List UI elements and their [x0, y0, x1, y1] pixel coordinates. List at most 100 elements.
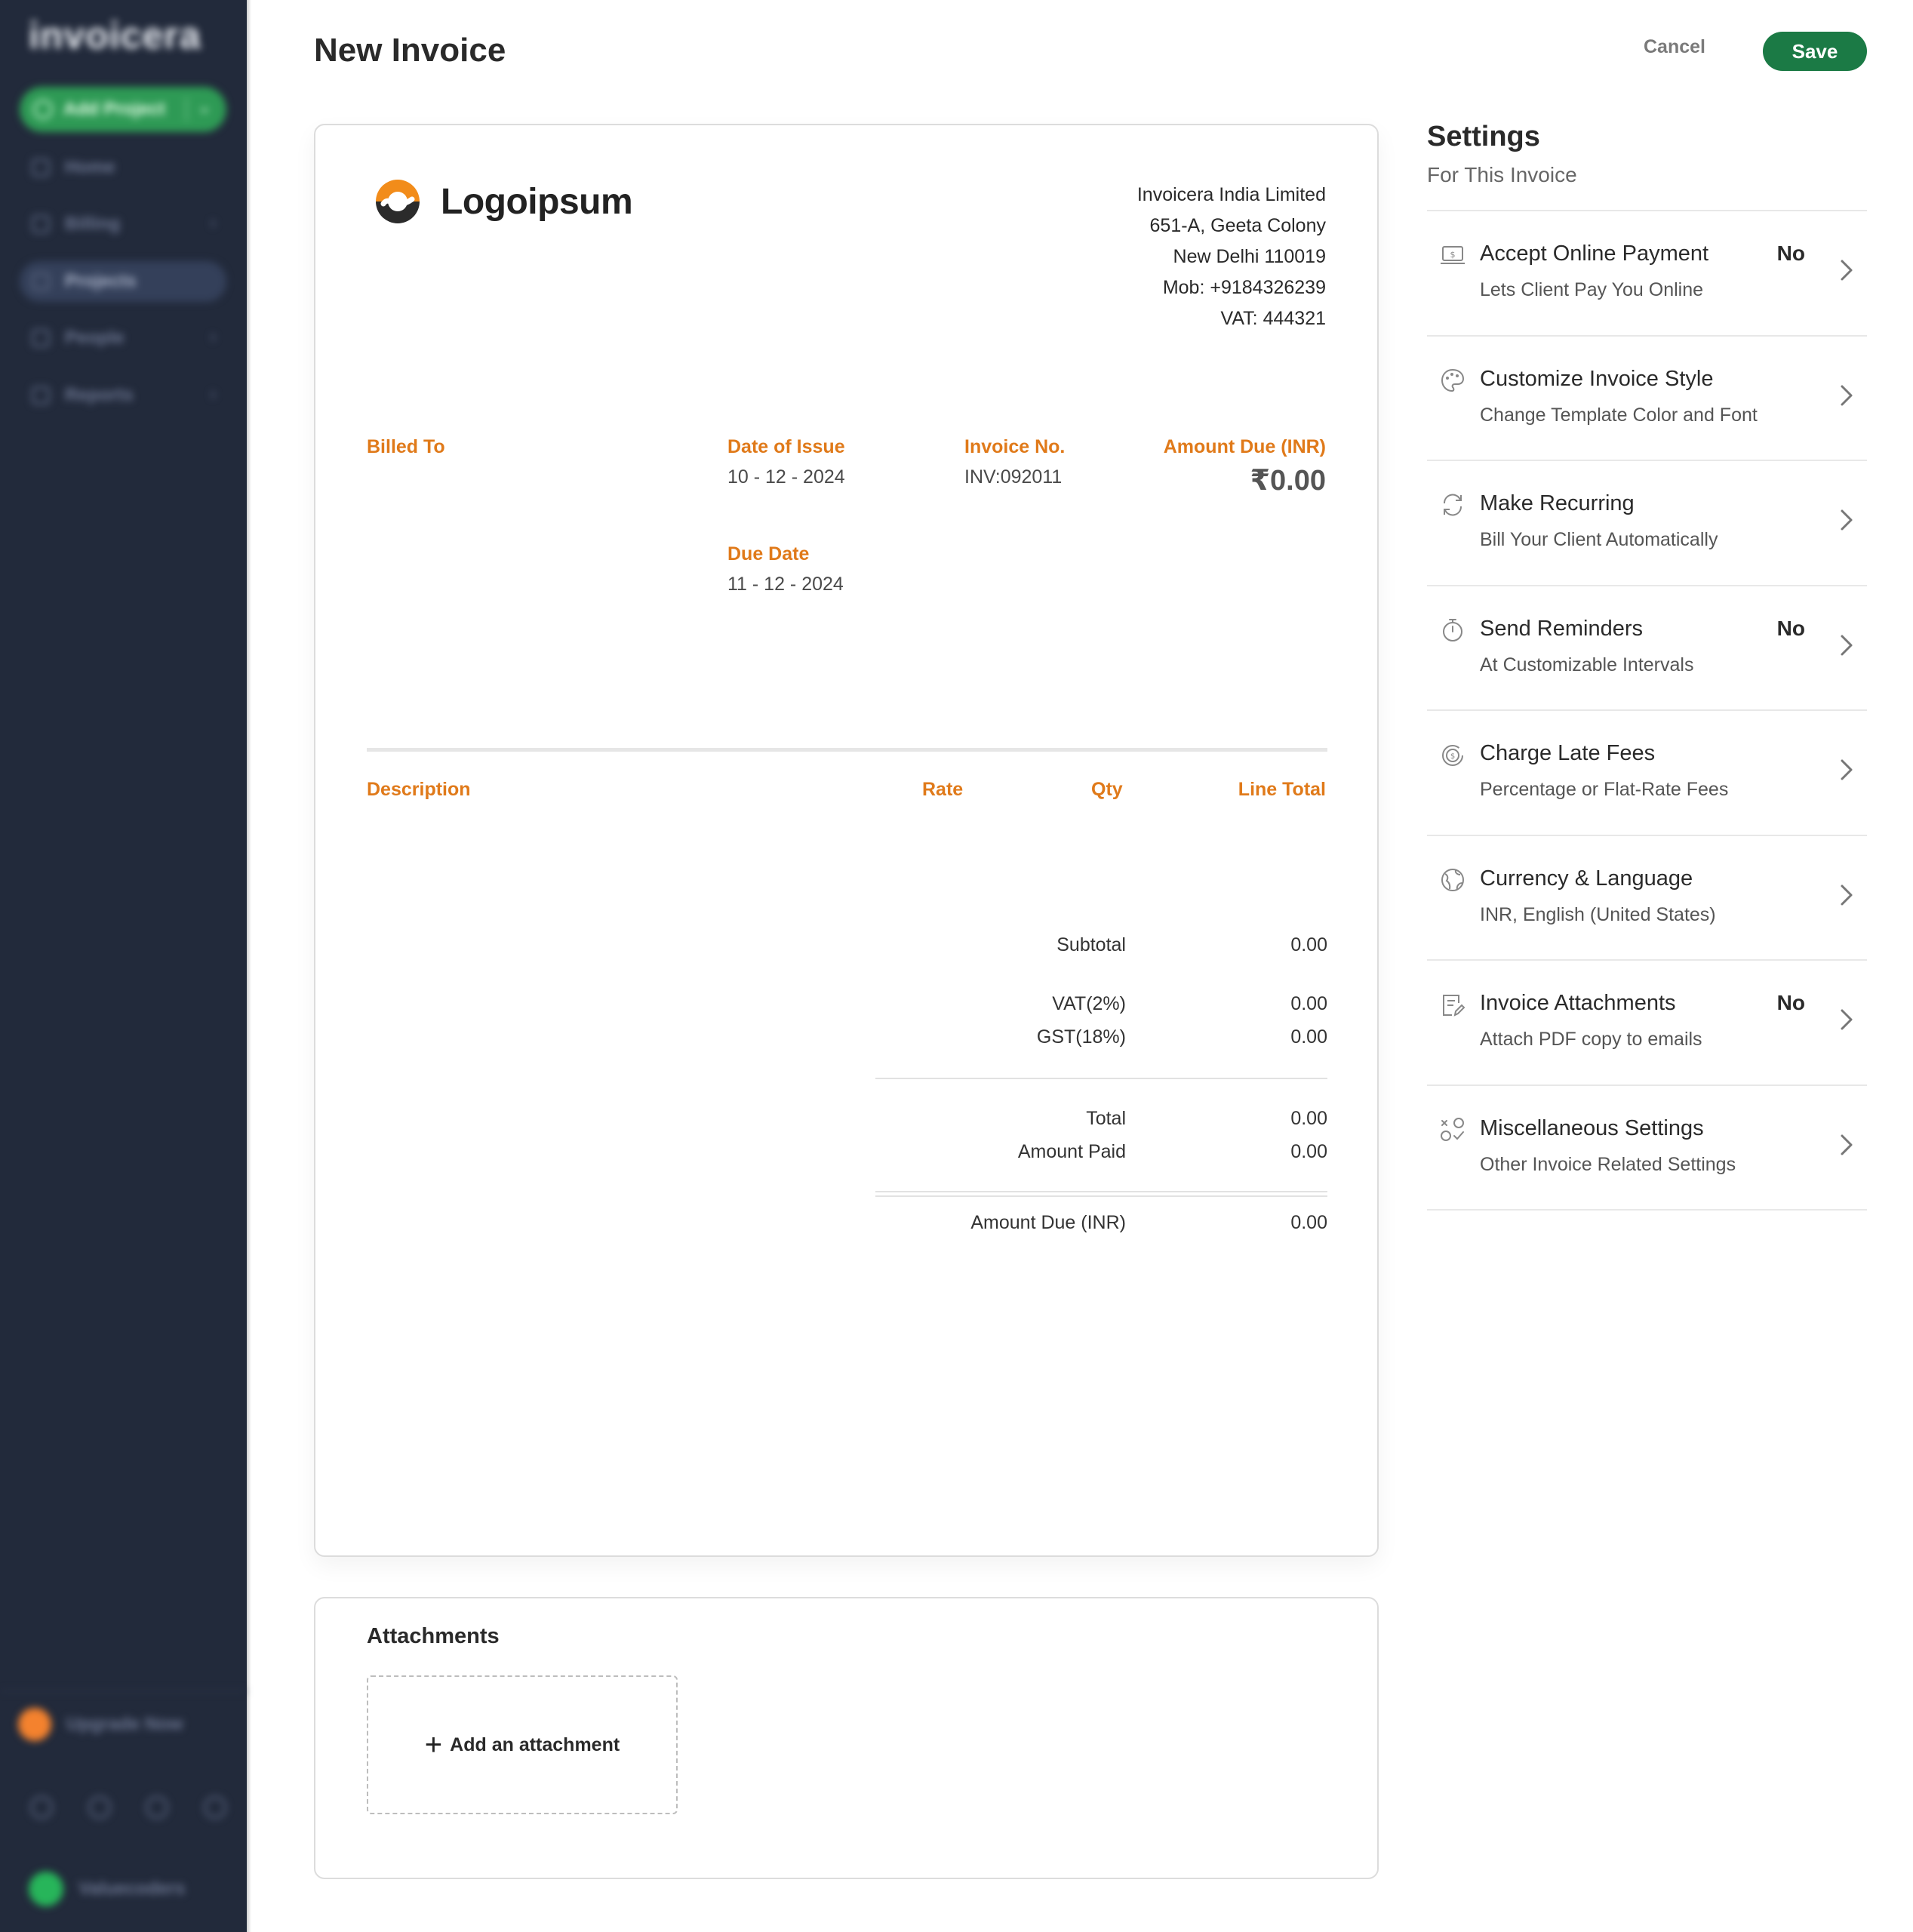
sidebar-item-home[interactable]: Home	[20, 147, 226, 188]
subtotal-value: 0.00	[1290, 934, 1327, 955]
setting-charge-late-fees[interactable]: $ Charge Late Fees Percentage or Flat-Ra…	[1427, 711, 1867, 836]
people-icon	[32, 329, 50, 347]
brand-logo: invoicera	[29, 14, 201, 57]
setting-customize-invoice-style[interactable]: Customize Invoice Style Change Template …	[1427, 337, 1867, 461]
setting-make-recurring[interactable]: Make Recurring Bill Your Client Automati…	[1427, 461, 1867, 586]
setting-currency-language[interactable]: Currency & Language INR, English (United…	[1427, 836, 1867, 961]
column-line-total: Line Total	[1238, 779, 1326, 800]
sidebar-item-label: Projects	[65, 271, 137, 291]
company-name: Invoicera India Limited	[1136, 184, 1326, 205]
add-attachment-button[interactable]: + Add an attachment	[367, 1675, 678, 1814]
chevron-down-icon[interactable]: ⌄	[198, 97, 211, 117]
totals-divider	[875, 1191, 1327, 1192]
setting-accept-online-payment[interactable]: $ Accept Online Payment Lets Client Pay …	[1427, 211, 1867, 337]
chevron-right-icon: ›	[210, 213, 216, 232]
company-mobile: Mob: +9184326239	[1162, 277, 1326, 298]
bell-icon[interactable]	[30, 1796, 53, 1819]
invoice-divider	[367, 748, 1327, 752]
reports-icon	[32, 386, 50, 405]
sidebar-item-billing[interactable]: Billing ›	[20, 204, 226, 245]
due-date-label: Due Date	[727, 543, 810, 565]
avatar	[29, 1872, 63, 1906]
company-address[interactable]: Invoicera India Limited 651-A, Geeta Col…	[1137, 180, 1326, 334]
user-menu[interactable]: Valuecoders	[29, 1870, 225, 1908]
amount-paid-label: Amount Paid	[1017, 1141, 1126, 1162]
setting-desc: INR, English (United States)	[1480, 903, 1716, 925]
amount-due-value: ₹0.00	[1250, 465, 1326, 497]
amount-due-total-label: Amount Due (INR)	[970, 1212, 1126, 1233]
gst-label[interactable]: GST(18%)	[824, 1026, 1126, 1048]
sidebar-item-people[interactable]: People ›	[20, 318, 226, 358]
company-vat: VAT: 444321	[1220, 308, 1326, 329]
setting-desc: Change Template Color and Font	[1480, 404, 1758, 426]
logoipsum-mark-icon	[376, 180, 420, 223]
chevron-right-icon	[1841, 884, 1853, 905]
billed-to-label[interactable]: Billed To	[367, 436, 445, 458]
sidebar-item-projects[interactable]: Projects	[20, 261, 226, 302]
setting-title: Send Reminders	[1480, 616, 1643, 641]
date-of-issue-label: Date of Issue	[727, 436, 845, 457]
save-button[interactable]: Save	[1763, 32, 1867, 71]
globe-icon	[1441, 868, 1464, 891]
setting-title: Currency & Language	[1480, 866, 1693, 891]
invoice-no-field[interactable]: INV:092011	[964, 466, 1062, 488]
chevron-right-icon: ›	[210, 384, 216, 403]
sidebar-item-reports[interactable]: Reports ›	[20, 375, 226, 416]
late-fee-icon: $	[1442, 745, 1463, 766]
column-qty: Qty	[1091, 779, 1123, 800]
billing-icon	[32, 215, 50, 233]
setting-send-reminders[interactable]: Send Reminders At Customizable Intervals…	[1427, 586, 1867, 711]
totals-divider	[875, 1078, 1327, 1079]
amount-paid-value: 0.00	[1290, 1141, 1327, 1162]
folder-icon	[32, 272, 50, 291]
home-icon	[32, 158, 50, 177]
company-logo[interactable]: Logoipsum	[367, 177, 633, 226]
setting-status: No	[1776, 616, 1805, 640]
setting-desc: At Customizable Intervals	[1480, 654, 1694, 675]
palette-icon	[1441, 368, 1465, 392]
user-name: Valuecoders	[78, 1878, 186, 1899]
stopwatch-icon	[1443, 618, 1462, 641]
chat-icon[interactable]	[88, 1796, 111, 1819]
setting-invoice-attachments[interactable]: Invoice Attachments Attach PDF copy to e…	[1427, 961, 1867, 1086]
recurring-icon	[1443, 494, 1462, 516]
setting-desc: Other Invoice Related Settings	[1480, 1153, 1736, 1175]
setting-miscellaneous[interactable]: Miscellaneous Settings Other Invoice Rel…	[1427, 1086, 1867, 1211]
due-date-field[interactable]: 11 - 12 - 2024	[727, 574, 844, 595]
misc-settings-icon	[1441, 1117, 1464, 1141]
add-attachment-label: Add an attachment	[450, 1734, 620, 1755]
split-divider	[186, 97, 187, 122]
add-icon	[33, 100, 53, 119]
document-edit-icon	[1443, 995, 1466, 1017]
invoice-no-label: Invoice No.	[964, 436, 1066, 457]
chevron-right-icon	[1841, 1009, 1853, 1030]
attachments-title: Attachments	[367, 1624, 500, 1648]
cancel-button[interactable]: Cancel	[1644, 36, 1705, 58]
help-icon[interactable]	[146, 1796, 169, 1819]
settings-list: $ Accept Online Payment Lets Client Pay …	[1427, 210, 1867, 1211]
totals-divider	[875, 1195, 1327, 1197]
chevron-right-icon	[1841, 509, 1853, 531]
gst-value: 0.00	[1290, 1026, 1327, 1048]
company-address-line2: New Delhi 110019	[1173, 246, 1326, 267]
chevron-right-icon: ›	[210, 327, 216, 346]
vat-label[interactable]: VAT(2%)	[824, 993, 1126, 1015]
grid-icon[interactable]	[203, 1796, 226, 1819]
total-label: Total	[1086, 1108, 1126, 1129]
logo-text: Logoipsum	[441, 181, 633, 222]
settings-subtitle: For This Invoice	[1427, 163, 1577, 186]
setting-desc: Attach PDF copy to emails	[1480, 1029, 1702, 1050]
chevron-right-icon	[1841, 635, 1853, 655]
setting-title: Charge Late Fees	[1480, 741, 1656, 765]
chevron-right-icon	[1841, 385, 1853, 405]
upgrade-button[interactable]: Upgrade Now	[18, 1706, 229, 1743]
date-of-issue-field[interactable]: 10 - 12 - 2024	[727, 466, 845, 488]
subtotal-label: Subtotal	[1056, 934, 1126, 955]
chevron-right-icon	[1841, 759, 1853, 780]
upgrade-label: Upgrade Now	[66, 1714, 183, 1734]
invoice-preview-card: Logoipsum Invoicera India Limited 651-A,…	[314, 124, 1379, 1557]
attachments-card: Attachments + Add an attachment	[314, 1597, 1379, 1879]
add-project-button[interactable]: Add Project ⌄	[20, 87, 226, 132]
settings-title: Settings	[1427, 121, 1540, 152]
online-payment-icon: $	[1441, 246, 1465, 264]
